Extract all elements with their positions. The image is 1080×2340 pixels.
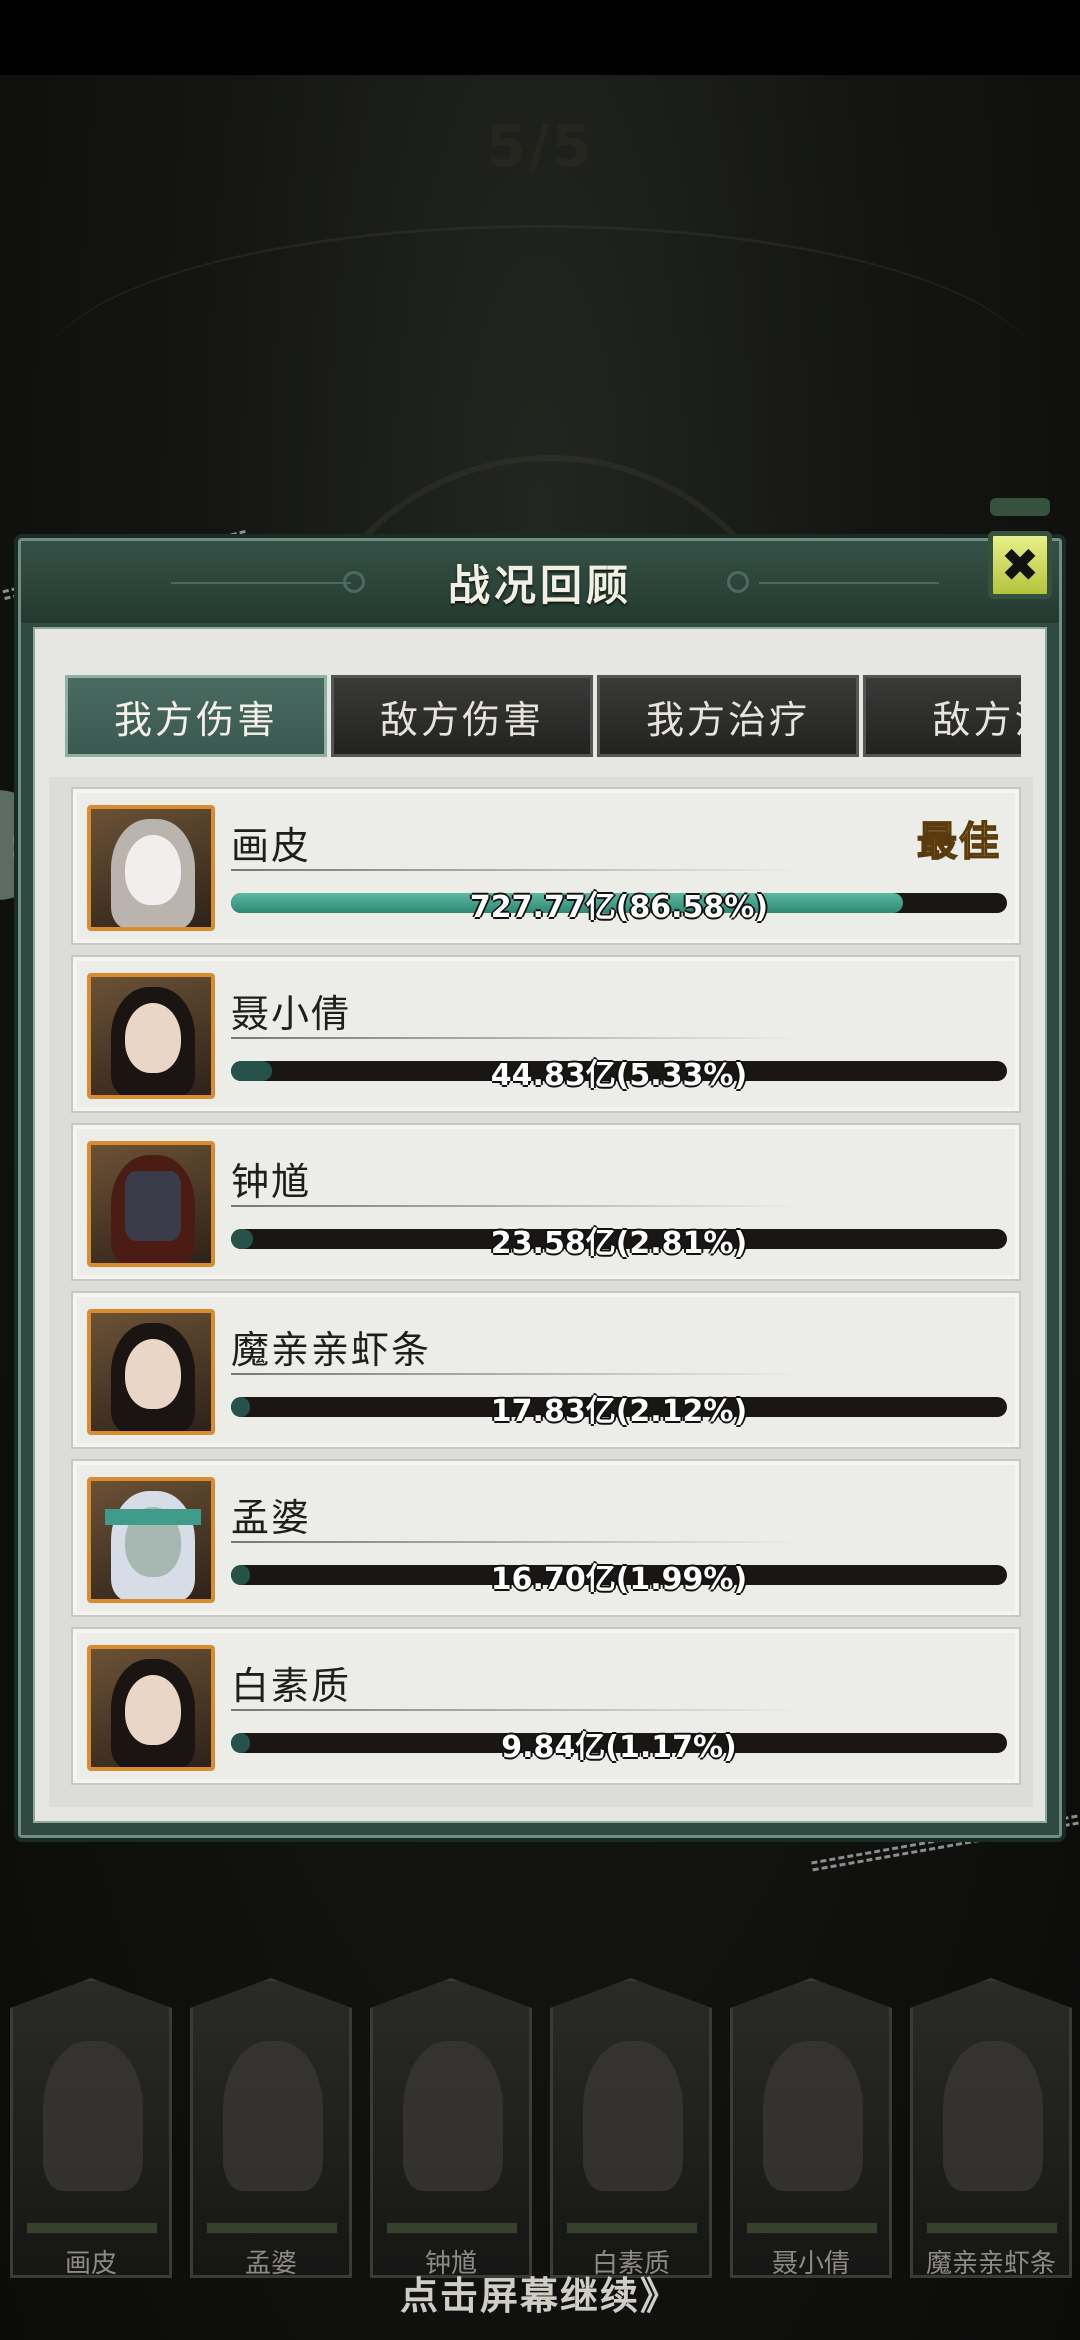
- panel-title: 战况回顾: [447, 560, 632, 610]
- hero-name: 孟婆: [231, 1496, 312, 1540]
- tab-our-damage[interactable]: 我方伤害: [65, 675, 327, 757]
- stats-tabs: 我方伤害 敌方伤害 我方治疗 敌方治: [65, 675, 1021, 757]
- list-item: 白素质 9.84亿(1.17%): [71, 1627, 1021, 1785]
- damage-list: 画皮 最佳 727.77亿(86.58%) 聂小倩 44.83亿(5.33%) …: [49, 777, 1033, 1807]
- avatar: [87, 973, 215, 1099]
- hero-card[interactable]: 画皮: [10, 1978, 172, 2278]
- avatar: [87, 1645, 215, 1771]
- battle-review-panel: 战况回顾 我方伤害 敌方伤害 我方治疗 敌方治 画皮 最佳 727.77亿(86…: [18, 538, 1062, 1838]
- close-button[interactable]: ✖: [980, 505, 1060, 625]
- round-indicator: 5/5: [486, 112, 594, 180]
- tab-enemy-damage[interactable]: 敌方伤害: [331, 675, 593, 757]
- avatar: [87, 1309, 215, 1435]
- name-underline: [231, 869, 801, 871]
- name-underline: [231, 1373, 801, 1375]
- avatar: [87, 1477, 215, 1603]
- tap-to-continue-hint[interactable]: 点击屏幕继续》: [0, 2265, 1080, 2320]
- list-item: 孟婆 16.70亿(1.99%): [71, 1459, 1021, 1617]
- hero-name: 聂小倩: [231, 992, 352, 1036]
- name-underline: [231, 1205, 801, 1207]
- hero-card[interactable]: 魔亲亲虾条: [910, 1978, 1072, 2278]
- hero-name: 画皮: [231, 824, 312, 868]
- hero-card[interactable]: 钟馗: [370, 1978, 532, 2278]
- list-item: 画皮 最佳 727.77亿(86.58%): [71, 787, 1021, 945]
- hero-name: 钟馗: [231, 1160, 312, 1204]
- name-underline: [231, 1037, 801, 1039]
- header-line-left: [171, 582, 351, 584]
- header-ornament-left: [343, 571, 365, 593]
- hero-name: 白素质: [231, 1664, 352, 1708]
- best-badge: 最佳: [916, 817, 1001, 866]
- damage-value: 16.70亿(1.99%): [490, 1562, 748, 1597]
- tab-enemy-healing[interactable]: 敌方治: [863, 675, 1021, 757]
- close-icon: ✖: [988, 531, 1052, 599]
- name-underline: [231, 1709, 801, 1711]
- damage-value: 17.83亿(2.12%): [490, 1394, 748, 1429]
- hero-card[interactable]: 聂小倩: [730, 1978, 892, 2278]
- list-item: 钟馗 23.58亿(2.81%): [71, 1123, 1021, 1281]
- hero-card[interactable]: 白素质: [550, 1978, 712, 2278]
- panel-header: 战况回顾: [21, 541, 1059, 623]
- top-letterbox: [0, 0, 1080, 75]
- tab-our-healing[interactable]: 我方治疗: [597, 675, 859, 757]
- list-item: 魔亲亲虾条 17.83亿(2.12%): [71, 1291, 1021, 1449]
- avatar: [87, 1141, 215, 1267]
- damage-value: 9.84亿(1.17%): [501, 1730, 737, 1765]
- avatar: [87, 805, 215, 931]
- header-line-right: [759, 582, 939, 584]
- name-underline: [231, 1541, 801, 1543]
- hero-card-row: 画皮 孟婆 钟馗 白素质 聂小倩 魔亲亲虾条: [0, 1978, 1080, 2298]
- list-item: 聂小倩 44.83亿(5.33%): [71, 955, 1021, 1113]
- damage-value: 23.58亿(2.81%): [490, 1226, 748, 1261]
- damage-value: 44.83亿(5.33%): [490, 1058, 748, 1093]
- hero-card[interactable]: 孟婆: [190, 1978, 352, 2278]
- panel-content: 我方伤害 敌方伤害 我方治疗 敌方治 画皮 最佳 727.77亿(86.58%)…: [33, 627, 1047, 1823]
- hero-name: 魔亲亲虾条: [231, 1328, 432, 1372]
- header-ornament-right: [727, 571, 749, 593]
- damage-value: 727.77亿(86.58%): [469, 890, 769, 925]
